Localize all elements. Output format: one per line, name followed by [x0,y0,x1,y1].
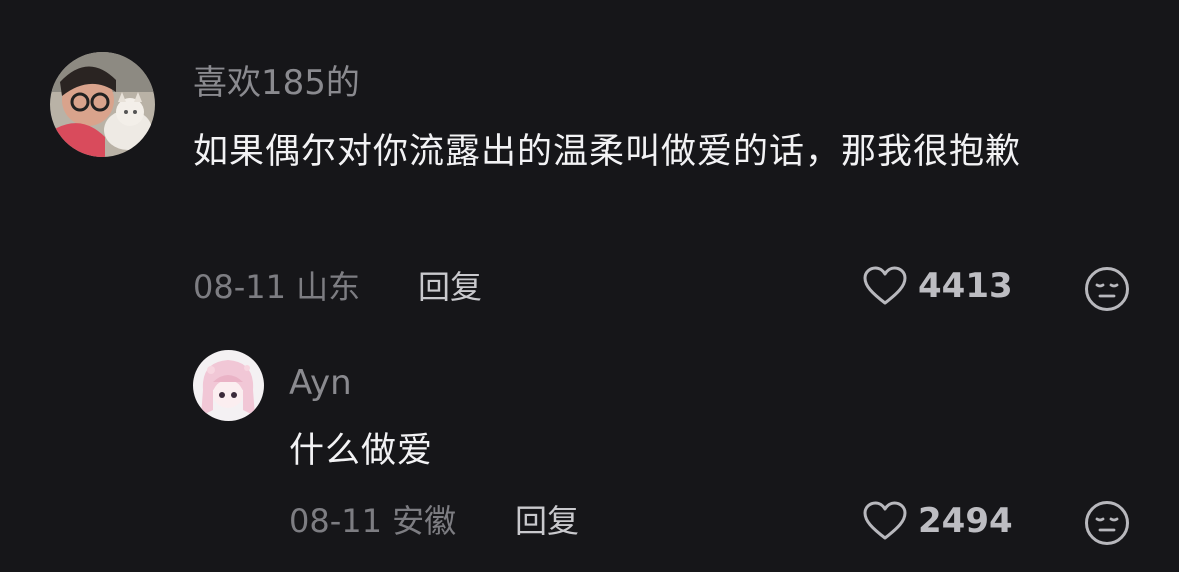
heart-icon [863,266,907,305]
heart-icon [863,501,907,540]
neutral-face-icon [1085,501,1129,545]
comment-text: 如果偶尔对你流露出的温柔叫做爱的话，那我很抱歉 [193,132,1022,172]
user-photo-avatar-icon [50,52,155,157]
comment-date-location: 08-11 山东 [193,268,361,306]
username[interactable]: 喜欢185的 [193,63,360,103]
reply-button[interactable]: 回复 [515,501,579,541]
username[interactable]: Ayn [289,363,352,403]
comment-date-location: 08-11 安徽 [289,502,457,540]
reaction-button[interactable] [1084,500,1130,546]
anime-girl-avatar-icon [193,350,264,421]
like-count: 2494 [918,501,1013,541]
like-button[interactable]: 2494 [862,500,1013,542]
comment-thread: 喜欢185的 如果偶尔对你流露出的温柔叫做爱的话，那我很抱歉 08-11 山东 … [0,0,1179,572]
like-count: 4413 [918,266,1013,306]
reaction-button[interactable] [1084,266,1130,312]
like-button[interactable]: 4413 [862,265,1013,307]
reply-button[interactable]: 回复 [418,267,482,307]
avatar[interactable] [193,350,264,421]
neutral-face-icon [1085,267,1129,311]
avatar[interactable] [50,52,155,157]
comment-text: 什么做爱 [289,431,434,471]
